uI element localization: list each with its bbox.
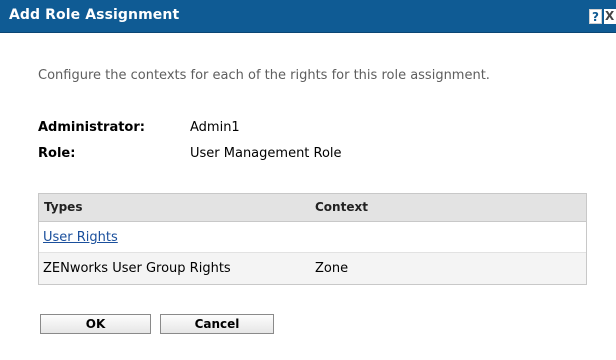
user-rights-link[interactable]: User Rights [43, 230, 118, 245]
close-icon[interactable]: X [604, 9, 616, 24]
intro-text: Configure the contexts for each of the r… [38, 68, 490, 83]
column-header-types: Types [44, 200, 83, 214]
administrator-label: Administrator: [38, 120, 145, 135]
rights-table: Types Context User Rights ZENworks User … [38, 193, 587, 285]
role-label: Role: [38, 146, 76, 161]
cancel-button[interactable]: Cancel [160, 314, 274, 334]
add-role-assignment-dialog: Add Role Assignment ? X Configure the co… [0, 0, 616, 360]
dialog-titlebar: Add Role Assignment ? X [0, 0, 616, 33]
ok-button[interactable]: OK [40, 314, 151, 334]
administrator-value: Admin1 [190, 120, 240, 135]
table-row: ZENworks User Group Rights Zone [39, 253, 586, 284]
table-row: User Rights [39, 222, 586, 253]
role-value: User Management Role [190, 146, 342, 161]
context-cell: Zone [315, 261, 349, 276]
column-header-context: Context [315, 200, 368, 214]
table-header: Types Context [39, 194, 586, 222]
help-icon[interactable]: ? [589, 9, 602, 24]
dialog-title: Add Role Assignment [9, 7, 180, 23]
type-cell: ZENworks User Group Rights [43, 261, 231, 276]
